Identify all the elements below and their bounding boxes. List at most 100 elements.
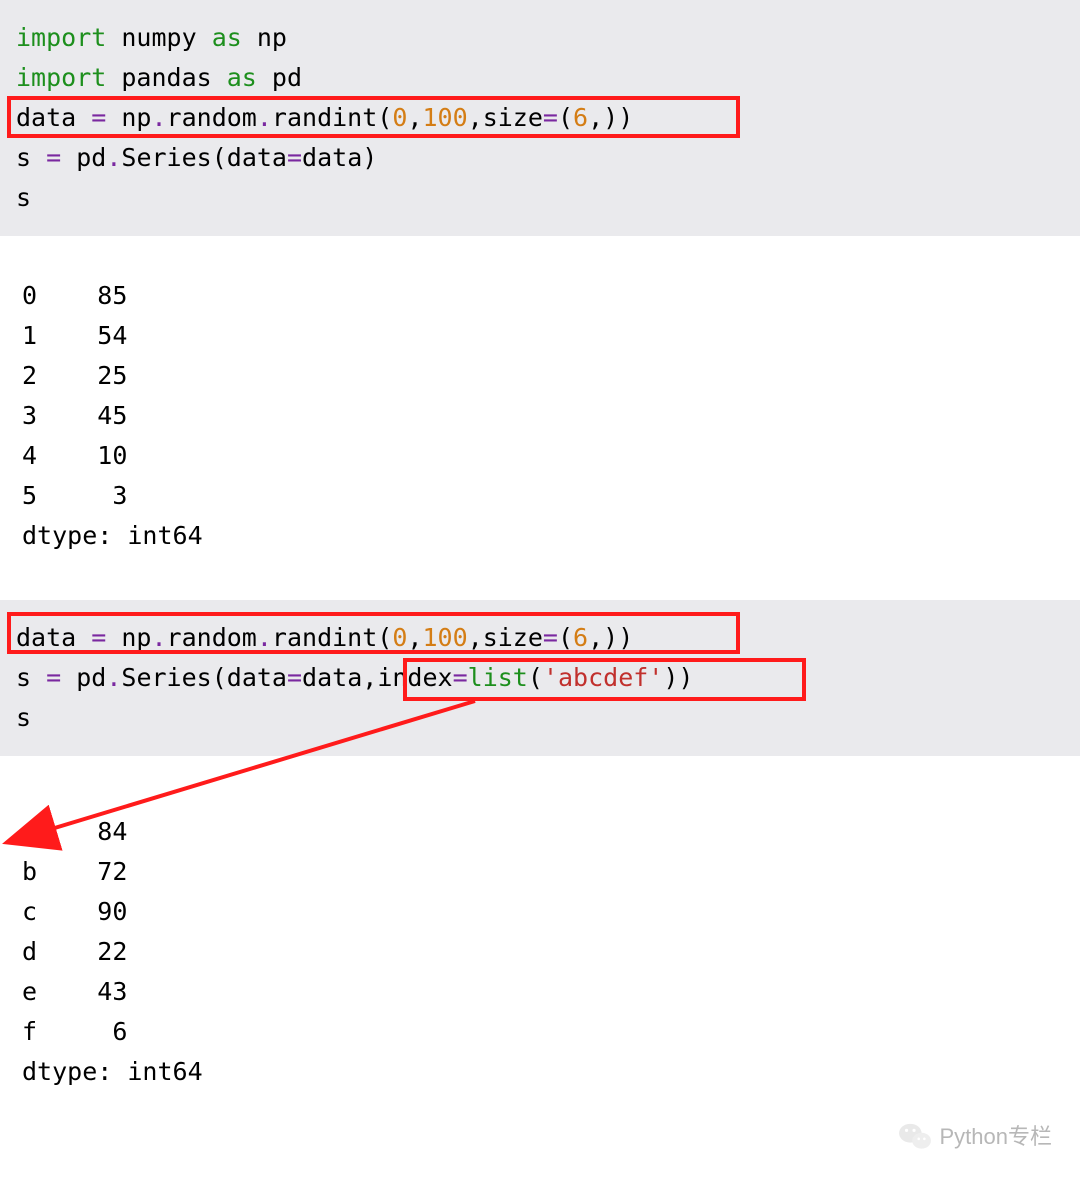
output-cell-2: a 84 b 72 c 90 d 22 e 43 f 6 dtype: int6… <box>0 756 1080 1110</box>
data-kw: data <box>227 663 287 692</box>
data-val: data <box>302 663 362 692</box>
op-eq: = <box>46 143 61 172</box>
code-line: import pandas as pd <box>16 58 1064 98</box>
code-line: data = np.random.randint(0,100,size=(6,)… <box>16 98 1064 138</box>
op-eq: = <box>91 623 106 652</box>
dot: . <box>257 103 272 132</box>
op-eq: = <box>543 103 558 132</box>
series-index: b <box>22 857 37 886</box>
kw-import: import <box>16 23 106 52</box>
paren: ( <box>528 663 543 692</box>
dot: . <box>151 103 166 132</box>
wechat-icon <box>898 1121 932 1151</box>
paren: ( <box>558 623 573 652</box>
series-index: 3 <box>22 401 37 430</box>
pd-ref: pd <box>61 663 106 692</box>
comma: , <box>468 103 483 132</box>
series-fn: Series <box>121 143 211 172</box>
paren: )) <box>663 663 693 692</box>
var-s: s <box>16 663 46 692</box>
code-cell-2: data = np.random.randint(0,100,size=(6,)… <box>0 600 1080 756</box>
op-eq: = <box>287 143 302 172</box>
kw-import: import <box>16 63 106 92</box>
dot: . <box>106 663 121 692</box>
op-eq: = <box>453 663 468 692</box>
code-line: data = np.random.randint(0,100,size=(6,)… <box>16 618 1064 658</box>
series-index: 5 <box>22 481 37 510</box>
output-row: 0 85 <box>22 276 1058 316</box>
code-line: s = pd.Series(data=data,index=list('abcd… <box>16 658 1064 698</box>
output-row: 1 54 <box>22 316 1058 356</box>
code-line: s <box>16 178 1064 218</box>
series-value: 72 <box>97 857 127 886</box>
spacer <box>0 574 1080 600</box>
var-s: s <box>16 143 46 172</box>
output-dtype: dtype: int64 <box>22 1052 1058 1092</box>
comma: , <box>588 623 603 652</box>
comma: , <box>407 623 422 652</box>
np-ref: np <box>106 103 151 132</box>
series-value: 10 <box>97 441 127 470</box>
series-index: c <box>22 897 37 926</box>
data-val: data <box>302 143 362 172</box>
series-index: 0 <box>22 281 37 310</box>
series-value: 6 <box>97 1017 127 1046</box>
var-data: data <box>16 623 91 652</box>
dot: . <box>257 623 272 652</box>
num-6: 6 <box>573 623 588 652</box>
output-row: d 22 <box>22 932 1058 972</box>
paren: )) <box>603 103 633 132</box>
series-value: 90 <box>97 897 127 926</box>
series-index: 4 <box>22 441 37 470</box>
output-row: 5 3 <box>22 476 1058 516</box>
alias-pd: pd <box>272 63 302 92</box>
op-eq: = <box>46 663 61 692</box>
size-kw: size <box>483 623 543 652</box>
paren: ( <box>212 143 227 172</box>
series-value: 84 <box>97 817 127 846</box>
output-row: 3 45 <box>22 396 1058 436</box>
output-cell-1: 0 85 1 54 2 25 3 45 4 10 5 3 dtype: int6… <box>0 236 1080 574</box>
alias-np: np <box>257 23 287 52</box>
num-6: 6 <box>573 103 588 132</box>
output-row: 4 10 <box>22 436 1058 476</box>
series-index: a <box>22 817 37 846</box>
string-abcdef: 'abcdef' <box>543 663 663 692</box>
series-value: 3 <box>97 481 127 510</box>
paren: ( <box>212 663 227 692</box>
var-s: s <box>16 703 31 732</box>
series-index: d <box>22 937 37 966</box>
op-eq: = <box>287 663 302 692</box>
module-pandas: pandas <box>121 63 211 92</box>
list-builtin: list <box>468 663 528 692</box>
output-row: a 84 <box>22 812 1058 852</box>
output-row: f 6 <box>22 1012 1058 1052</box>
num-0: 0 <box>392 103 407 132</box>
code-cell-1: import numpy as np import pandas as pd d… <box>0 0 1080 236</box>
output-dtype: dtype: int64 <box>22 516 1058 556</box>
series-value: 85 <box>97 281 127 310</box>
var-data: data <box>16 103 91 132</box>
data-kw: data <box>227 143 287 172</box>
series-index: 2 <box>22 361 37 390</box>
dot: . <box>106 143 121 172</box>
size-kw: size <box>483 103 543 132</box>
kw-as: as <box>212 23 242 52</box>
pd-ref: pd <box>61 143 106 172</box>
randint-fn: randint <box>272 103 377 132</box>
series-index: 1 <box>22 321 37 350</box>
comma: , <box>468 623 483 652</box>
var-s: s <box>16 183 31 212</box>
output-row: e 43 <box>22 972 1058 1012</box>
dot: . <box>151 623 166 652</box>
op-eq: = <box>543 623 558 652</box>
paren: )) <box>603 623 633 652</box>
randint-fn: randint <box>272 623 377 652</box>
series-value: 43 <box>97 977 127 1006</box>
code-line: s = pd.Series(data=data) <box>16 138 1064 178</box>
kw-as: as <box>227 63 257 92</box>
paren: ( <box>558 103 573 132</box>
series-index: e <box>22 977 37 1006</box>
comma: , <box>407 103 422 132</box>
comma: , <box>362 663 377 692</box>
